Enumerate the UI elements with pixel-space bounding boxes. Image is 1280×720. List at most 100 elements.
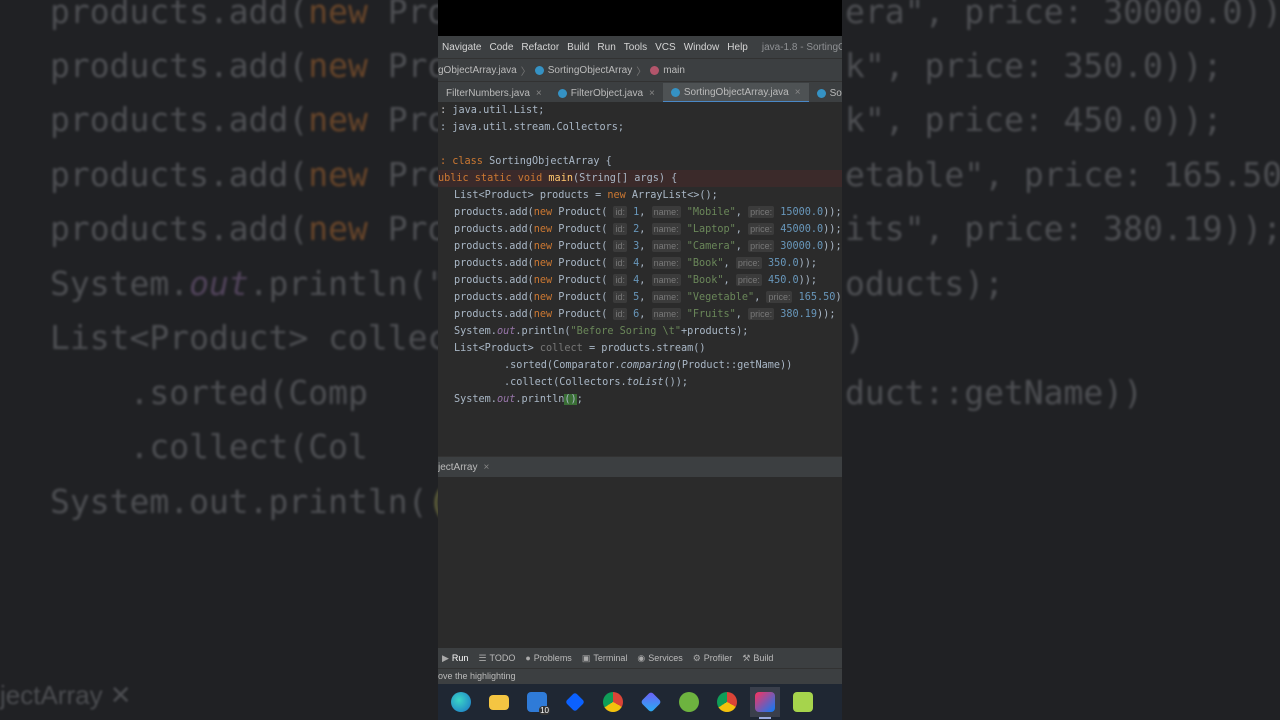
code-line: List<Product> collect = products.stream(… (454, 343, 706, 354)
menu-help[interactable]: Help (727, 42, 748, 53)
breadcrumb-class[interactable]: SortingObjectArray (548, 65, 632, 76)
menu-window[interactable]: Window (684, 42, 720, 53)
bg-code-tail: oducts); (845, 264, 1004, 303)
mail-badge: 10 (539, 706, 550, 715)
bg-code-line: List<Product> collec (50, 318, 448, 357)
close-icon[interactable]: × (795, 87, 801, 98)
bg-code-line: System.out.println(() (50, 482, 467, 521)
todo-tool-button[interactable]: ☰ TODO (478, 653, 515, 664)
bg-code-line: products.add(new Pro (50, 209, 448, 248)
code-line: products.add(new Product( id: 3, name: "… (454, 240, 842, 252)
intellij-icon[interactable] (750, 687, 780, 719)
code-line: products.add(new Product( id: 4, name: "… (454, 257, 818, 269)
code-line: products.add(new Product( id: 6, name: "… (454, 308, 836, 320)
code-line: : class SortingObjectArray { (440, 156, 612, 167)
hammer-icon: ⚒ (742, 652, 751, 663)
info-icon: ● (525, 653, 531, 663)
menu-build[interactable]: Build (567, 42, 589, 53)
code-line: ublic static void main(String[] args) { (438, 170, 842, 187)
class-icon (534, 65, 544, 75)
spring-icon[interactable] (674, 687, 704, 717)
chrome-alt-icon[interactable] (712, 687, 742, 717)
code-line: .sorted(Comparator.comparing(Product::ge… (504, 360, 793, 371)
run-panel-header: jectArray × (438, 457, 842, 477)
breadcrumb-method[interactable]: main (663, 65, 685, 76)
method-icon (650, 65, 660, 75)
services-icon: ◉ (637, 652, 646, 663)
menu-run[interactable]: Run (597, 42, 615, 53)
menu-vcs[interactable]: VCS (655, 42, 676, 53)
window-title: java-1.8 - SortingO (761, 41, 842, 53)
breadcrumb-separator: 〉 (520, 66, 531, 78)
code-line: .collect(Collectors.toList()); (504, 377, 689, 388)
code-line: System.out.println(); (454, 394, 583, 405)
code-line: products.add(new Product( id: 2, name: "… (454, 223, 842, 235)
notepad-icon[interactable] (788, 687, 818, 717)
tab-label: FilterObject.java (570, 87, 644, 99)
bg-code-tail: k", price: 450.0)); (845, 100, 1223, 139)
bg-code-line: products.add(new Pro (50, 46, 448, 85)
tab-label: FilterNumbers.java (446, 87, 530, 99)
problems-tool-button[interactable]: ● Problems (525, 653, 571, 663)
code-line: :: java.util.List; (440, 105, 545, 116)
class-icon (670, 87, 680, 97)
bg-code-tail: k", price: 350.0)); (845, 46, 1223, 85)
class-icon (557, 88, 567, 98)
bg-code-line: .sorted(Comp (50, 373, 368, 412)
bg-code-line: System.out.println(" (50, 264, 448, 303)
close-icon[interactable]: × (536, 88, 542, 99)
ide-window: Navigate Code Refactor Build Run Tools V… (438, 36, 842, 684)
tool-window-bar: ▶ Run ☰ TODO ● Problems ▣ Terminal ◉ Services… (438, 648, 842, 668)
editor-tabs: FilterNumbers.java × FilterObject.java × S… (438, 81, 842, 103)
close-icon[interactable]: × (649, 88, 655, 99)
terminal-icon: ▣ (581, 652, 591, 663)
code-line: products.add(new Product( id: 4, name: "… (454, 274, 818, 286)
menu-code[interactable]: Code (489, 42, 513, 53)
menu-tools[interactable]: Tools (624, 42, 647, 53)
status-text: ove the highlighting (438, 671, 516, 681)
mail-icon[interactable]: 10 (522, 687, 552, 717)
code-editor[interactable]: :: java.util.List; : java.util.stream.Co… (438, 102, 842, 456)
code-line: : java.util.stream.Collectors; (440, 122, 625, 133)
close-icon[interactable]: × (483, 462, 489, 473)
text-cursor: () (564, 394, 577, 405)
profiler-icon: ⚙ (692, 652, 701, 663)
build-tool-button[interactable]: ⚒ Build (742, 653, 773, 664)
menu-refactor[interactable]: Refactor (521, 42, 559, 53)
tab-label: SortInteg (829, 87, 842, 99)
run-tab[interactable]: jectArray (438, 462, 477, 473)
tab-sortingobjectarray[interactable]: SortingObjectArray.java × (662, 83, 809, 103)
run-tool-button[interactable]: ▶ Run (442, 653, 468, 664)
bg-code-line: .collect(Col (50, 427, 368, 466)
tab-label: SortingObjectArray.java (683, 86, 789, 98)
code-line: products.add(new Product( id: 1, name: "… (454, 206, 842, 218)
status-bar: ove the highlighting (438, 668, 842, 684)
bg-code-tail: etable", price: 165.50)); (845, 155, 1280, 194)
code-line: System.out.println("Before Soring \t"+pr… (454, 326, 749, 337)
bg-code-tail: ) (845, 318, 865, 357)
tab-filterobject[interactable]: FilterObject.java × (550, 83, 663, 103)
edge-icon[interactable] (446, 687, 476, 717)
file-explorer-icon[interactable] (484, 687, 514, 717)
chrome-icon[interactable] (598, 687, 628, 717)
breadcrumb-separator: 〉 (636, 66, 647, 78)
bg-code-tail: its", price: 380.19)); (845, 209, 1280, 248)
copilot-icon[interactable] (636, 687, 666, 717)
bg-code-line: products.add(new Pro (50, 155, 448, 194)
list-icon: ☰ (478, 652, 487, 663)
terminal-tool-button[interactable]: ▣ Terminal (582, 653, 628, 664)
taskbar: 10 (438, 684, 842, 720)
services-tool-button[interactable]: ◉ Services (637, 653, 682, 664)
tab-filternumbers[interactable]: FilterNumbers.java × (438, 83, 550, 103)
menu-navigate[interactable]: Navigate (442, 42, 481, 53)
breadcrumb-file[interactable]: gObjectArray.java (438, 65, 517, 76)
bg-code-tail: era", price: 30000.0)); (845, 0, 1280, 31)
dropbox-icon[interactable] (560, 687, 590, 717)
bg-code-line: products.add(new Pro (50, 100, 448, 139)
profiler-tool-button[interactable]: ⚙ Profiler (693, 653, 733, 664)
play-icon: ▶ (442, 652, 449, 663)
tab-sortinteg[interactable]: SortInteg (809, 83, 842, 103)
bg-code-line: products.add(new Pro (50, 0, 448, 31)
code-line: List<Product> products = new ArrayList<>… (454, 190, 718, 201)
class-icon (816, 88, 826, 98)
